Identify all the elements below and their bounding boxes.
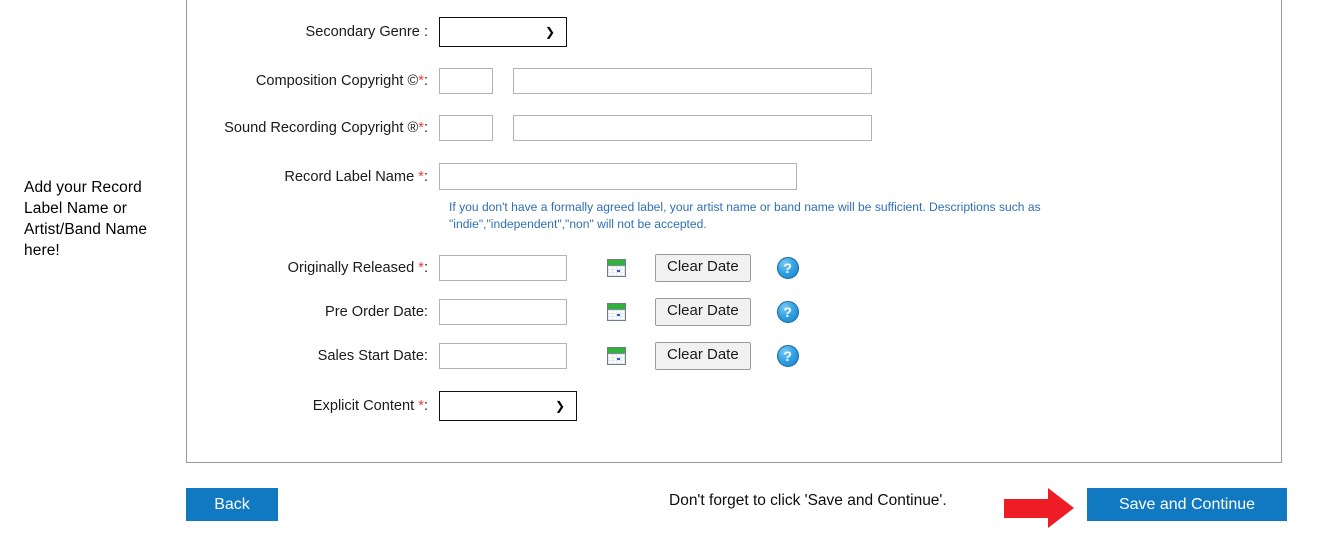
calendar-icon-sales-start-date[interactable] <box>607 346 626 365</box>
row-explicit-content: Explicit Content *: ❯ <box>187 391 577 421</box>
row-secondary-genre: Secondary Genre : ❯ <box>187 17 567 47</box>
record-label-name-input[interactable] <box>439 163 797 190</box>
label-record-label-name-text: Record Label Name <box>284 168 419 185</box>
pre-order-date-input[interactable] <box>439 298 567 325</box>
sound-recording-copyright-year-input[interactable] <box>439 115 493 141</box>
clear-date-button-pre-order-date[interactable]: Clear Date <box>655 298 751 326</box>
label-record-label-name: Record Label Name *: <box>187 169 439 185</box>
row-composition-copyright: Composition Copyright ©*: <box>187 68 872 94</box>
label-colon: : <box>423 259 428 276</box>
label-sound-recording-copyright: Sound Recording Copyright ®*: <box>187 120 439 136</box>
label-originally-released-text: Originally Released <box>287 259 419 276</box>
sound-recording-copyright-owner-input[interactable] <box>513 115 872 141</box>
help-icon-originally-released[interactable]: ? <box>776 256 799 279</box>
annotation-save-hint: Don't forget to click 'Save and Continue… <box>669 492 947 509</box>
secondary-genre-select[interactable] <box>439 17 567 47</box>
label-colon: : <box>423 73 428 89</box>
label-secondary-genre-text: Secondary Genre : <box>305 24 429 40</box>
arrow-shaft <box>1004 498 1048 518</box>
label-secondary-genre: Secondary Genre : <box>187 24 439 40</box>
sales-start-date-input[interactable] <box>439 342 567 369</box>
annotation-record-label-note: Add your Record Label Name or Artist/Ban… <box>24 179 148 259</box>
calendar-icon-originally-released[interactable] <box>607 258 626 277</box>
label-colon: : <box>423 168 428 185</box>
explicit-content-dropdown-wrap: ❯ <box>439 391 577 421</box>
label-pre-order-date-text: Pre Order Date: <box>324 303 428 320</box>
label-composition-copyright-text: Composition Copyright © <box>255 73 419 89</box>
row-record-label-name: Record Label Name *: <box>187 163 797 190</box>
composition-copyright-owner-input[interactable] <box>513 68 872 94</box>
label-explicit-content: Explicit Content *: <box>187 398 439 414</box>
label-composition-copyright: Composition Copyright ©*: <box>187 73 439 89</box>
label-sales-start-date: Sales Start Date: <box>187 348 439 364</box>
label-sound-recording-copyright-text: Sound Recording Copyright ® <box>224 120 419 136</box>
composition-copyright-year-input[interactable] <box>439 68 493 94</box>
back-button[interactable]: Back <box>186 488 278 521</box>
row-sales-start-date: Sales Start Date: Clear Date ? <box>187 342 799 370</box>
label-explicit-content-text: Explicit Content <box>312 398 419 414</box>
originally-released-date-input[interactable] <box>439 254 567 281</box>
save-and-continue-button[interactable]: Save and Continue <box>1087 488 1287 521</box>
explicit-content-select[interactable] <box>439 391 577 421</box>
label-colon: : <box>423 398 428 414</box>
row-sound-recording-copyright: Sound Recording Copyright ®*: <box>187 115 872 141</box>
clear-date-button-sales-start-date[interactable]: Clear Date <box>655 342 751 370</box>
red-arrow-icon-save-continue <box>1004 488 1074 528</box>
secondary-genre-dropdown-wrap: ❯ <box>439 17 567 47</box>
row-pre-order-date: Pre Order Date: Clear Date ? <box>187 298 799 326</box>
label-sales-start-date-text: Sales Start Date: <box>317 347 428 364</box>
row-originally-released: Originally Released *: Clear Date ? <box>187 254 799 282</box>
help-icon-sales-start-date[interactable]: ? <box>776 344 799 367</box>
arrow-head <box>1048 488 1074 528</box>
label-pre-order-date: Pre Order Date: <box>187 304 439 320</box>
help-icon-pre-order-date[interactable]: ? <box>776 300 799 323</box>
label-originally-released: Originally Released *: <box>187 260 439 276</box>
label-colon: : <box>423 120 428 136</box>
record-label-name-help-text: If you don't have a formally agreed labe… <box>449 200 1041 231</box>
calendar-icon-pre-order-date[interactable] <box>607 302 626 321</box>
clear-date-button-originally-released[interactable]: Clear Date <box>655 254 751 282</box>
